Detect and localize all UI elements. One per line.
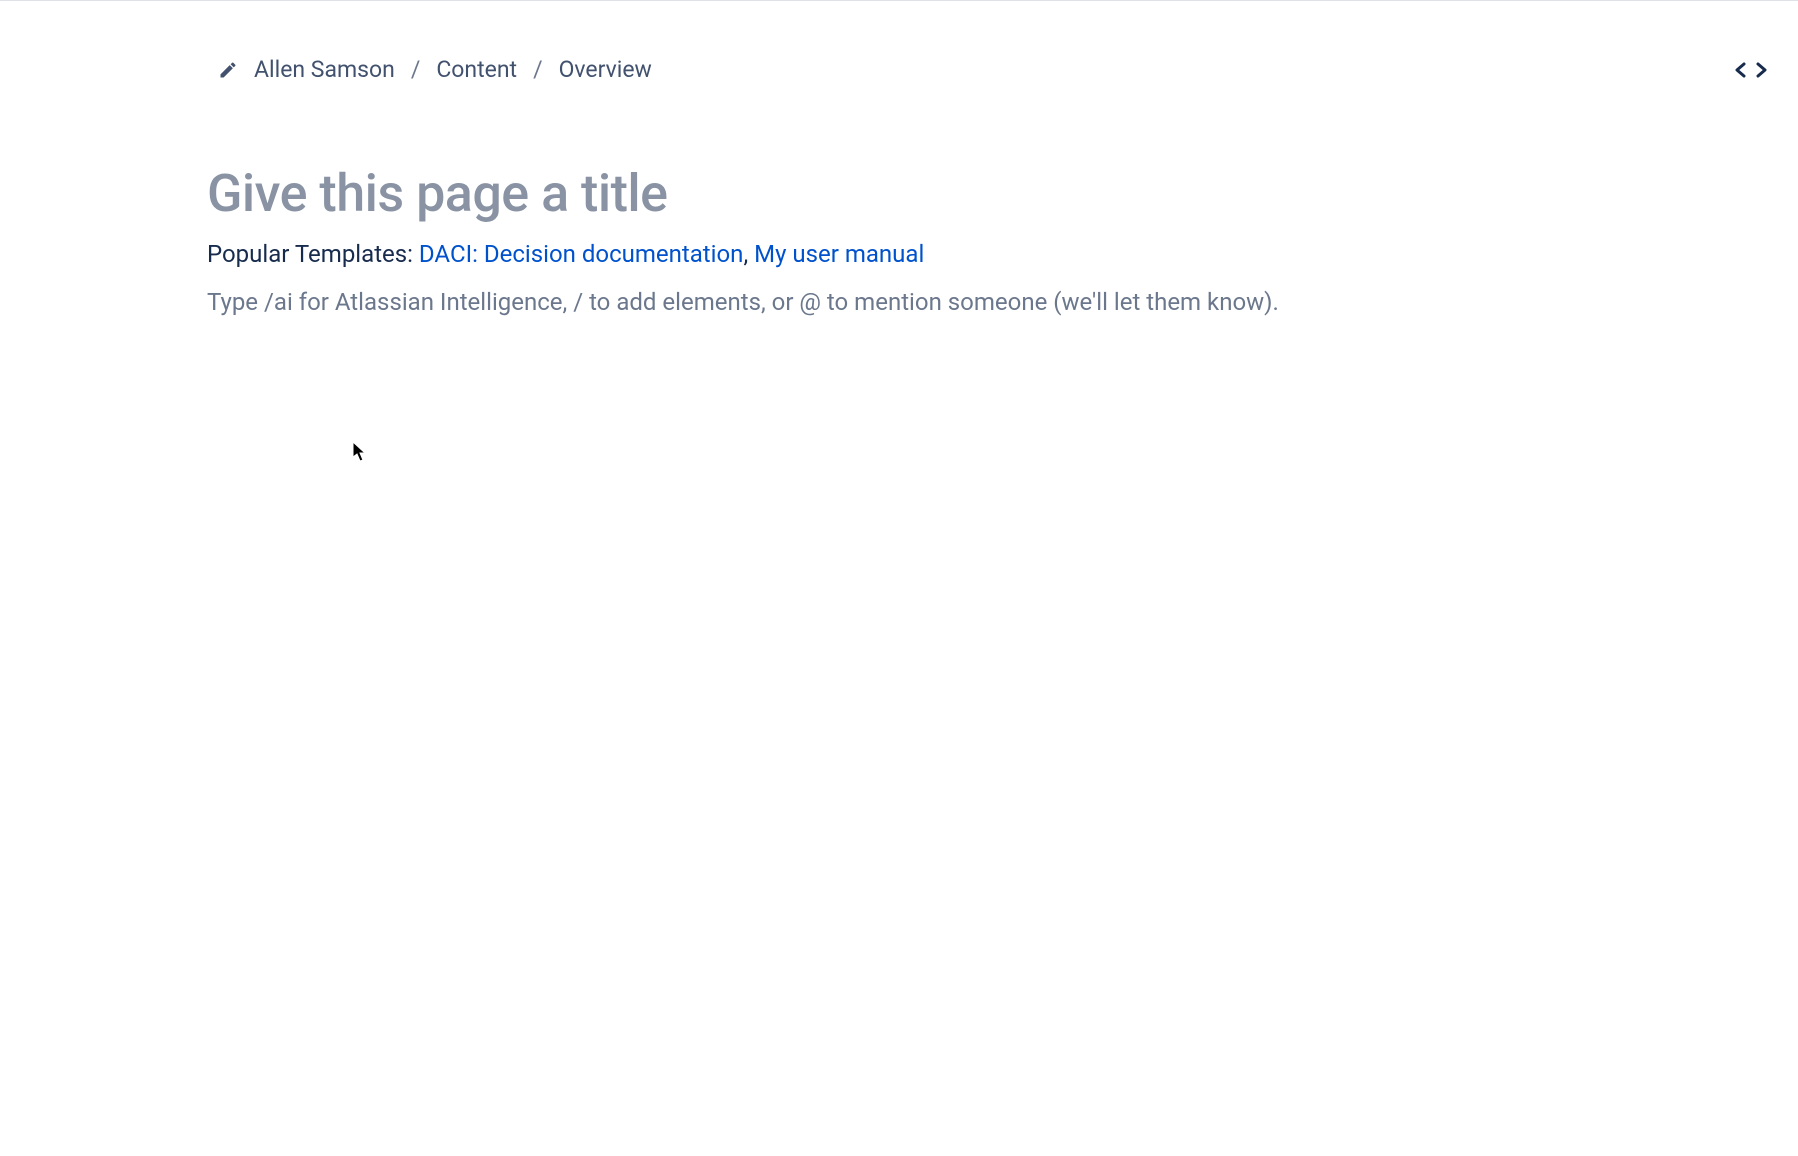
templates-separator: ,	[743, 240, 754, 268]
breadcrumb-item-overview[interactable]: Overview	[559, 56, 652, 83]
breadcrumb: Allen Samson / Content / Overview	[218, 56, 652, 83]
mouse-cursor-icon	[352, 441, 368, 463]
template-link-daci[interactable]: DACI: Decision documentation	[419, 240, 744, 268]
breadcrumb-separator: /	[411, 56, 421, 83]
breadcrumb-separator: /	[533, 56, 543, 83]
templates-prefix: Popular Templates:	[207, 240, 419, 268]
breadcrumb-item-space[interactable]: Allen Samson	[254, 56, 395, 83]
breadcrumb-item-content[interactable]: Content	[436, 56, 517, 83]
expand-width-button[interactable]	[1734, 61, 1768, 79]
popular-templates-line: Popular Templates: DACI: Decision docume…	[207, 240, 1360, 268]
template-link-user-manual[interactable]: My user manual	[754, 240, 924, 268]
page-title-input[interactable]: Give this page a title	[207, 163, 1360, 224]
page-body-input[interactable]: Type /ai for Atlassian Intelligence, / t…	[207, 286, 1360, 320]
edit-icon	[218, 60, 238, 80]
editor-content[interactable]: Give this page a title Popular Templates…	[0, 83, 1360, 320]
